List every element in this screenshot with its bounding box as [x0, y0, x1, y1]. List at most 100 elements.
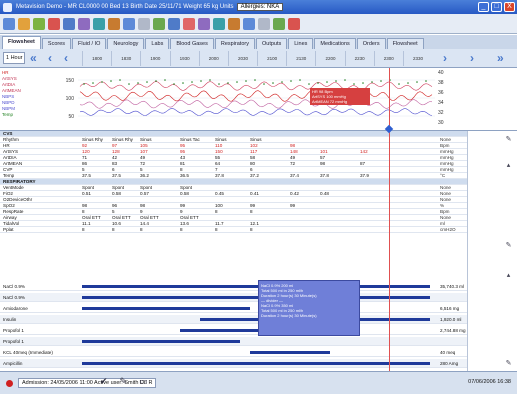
bed-icon[interactable]: ▭ — [139, 376, 148, 387]
lab-icon[interactable] — [93, 17, 105, 30]
grid-icon[interactable] — [63, 17, 75, 30]
settings-icon[interactable] — [138, 17, 150, 30]
infusion-bar[interactable] — [82, 307, 250, 310]
prev-step-icon[interactable]: ‹ — [64, 52, 68, 64]
pin-icon-3[interactable]: ✎ — [504, 359, 513, 368]
time-tick[interactable]: 1800 — [82, 51, 111, 66]
time-tick[interactable]: 1900 — [140, 51, 169, 66]
temp-point — [371, 81, 373, 83]
current-time-line[interactable] — [389, 68, 390, 371]
tab-scores[interactable]: Scores — [41, 38, 72, 49]
home-icon[interactable] — [3, 17, 15, 30]
maximize-button[interactable]: □ — [491, 2, 502, 12]
chart-icon[interactable] — [78, 17, 90, 30]
tools-icon[interactable] — [228, 17, 240, 30]
time-tick[interactable]: 2230 — [344, 51, 374, 66]
infusion-lanes: NaCl 0.9% 35,740.3 ml NaCl 0.9% Amiodarone 6… — [0, 282, 467, 370]
temp-point — [281, 81, 283, 83]
infusion-lane[interactable]: Amiodarone 6,516 mg — [0, 304, 467, 313]
flag-icon[interactable] — [183, 17, 195, 30]
vitals-chart: HR ArtSYS ArtDIA ArtMEAN NBPS NBPD NBPM Temp 15… — [0, 68, 517, 131]
lane-label: KCL 40meq (Immediate) — [3, 350, 53, 355]
collapse-icon-2[interactable]: ▴ — [504, 271, 513, 280]
table-cell[interactable]: 8 — [112, 227, 115, 233]
tab-outputs[interactable]: Outputs — [255, 38, 288, 49]
save-icon[interactable] — [123, 17, 135, 30]
alert-icon[interactable] — [48, 17, 60, 30]
tab-orders[interactable]: Orders — [356, 38, 386, 49]
chart-tooltip: HR 98 Bpm ArtSYS 100 mmHg ArtMEAN 72 mmHg — [310, 88, 370, 105]
tab-labs[interactable]: Labs — [145, 38, 170, 49]
time-tick[interactable]: 2130 — [286, 51, 315, 66]
infusion-lane[interactable]: Propofol 1 — [0, 337, 467, 346]
minimize-button[interactable]: _ — [478, 2, 489, 12]
infusion-lane[interactable]: Insulin 1,920.0 ml — [0, 315, 467, 324]
infusion-bar[interactable] — [82, 340, 240, 343]
tab-lines[interactable]: Lines — [288, 38, 314, 49]
period-select[interactable]: 1 Hour — [3, 52, 25, 64]
infusion-lane[interactable]: KCL 40meq (Immediate) 40 meq — [0, 348, 467, 357]
folder-icon[interactable] — [18, 17, 30, 30]
infusion-lane[interactable]: NaCl 0.9% — [0, 293, 467, 302]
refresh-icon[interactable] — [153, 17, 165, 30]
infusion-bar[interactable] — [82, 362, 430, 365]
tab-flowsheet[interactable]: Flowsheet — [2, 36, 41, 49]
time-tick[interactable]: 2300 — [373, 51, 403, 66]
print-icon[interactable] — [108, 17, 120, 30]
first-page-icon[interactable]: « — [30, 52, 37, 64]
table-cell[interactable]: 8 — [250, 227, 253, 233]
time-tick[interactable]: 2100 — [257, 51, 286, 66]
infusion-lane[interactable]: Propofol 1 2,744.88 mg — [0, 326, 467, 335]
table-row[interactable]: Pplat 8 8 8 8 8 8 cmH2O — [0, 227, 467, 233]
tab-blood-gases[interactable]: Blood Gases — [170, 38, 214, 49]
infusion-lane[interactable]: Ampicillin 280 Amg — [0, 359, 467, 368]
temp-point — [425, 80, 427, 82]
table-cell[interactable]: 8 — [140, 227, 143, 233]
table-cell[interactable]: 8 — [180, 227, 183, 233]
pin-icon[interactable]: ✎ — [504, 135, 513, 144]
time-tick[interactable]: 1830 — [111, 51, 140, 66]
time-tick[interactable]: 2330 — [402, 51, 432, 66]
time-tick[interactable]: 2000 — [198, 51, 228, 66]
temp-point — [182, 82, 184, 84]
lane-label: NaCl 0.9% — [3, 295, 25, 300]
temp-point — [326, 81, 328, 83]
table-cell[interactable]: 8 — [215, 227, 218, 233]
pin-icon-2[interactable]: ✎ — [504, 241, 513, 250]
tab-flowsheet-2[interactable]: Flowsheet — [386, 38, 424, 49]
check-icon[interactable]: ✔ — [100, 376, 108, 387]
row-label: Pplat — [3, 227, 14, 232]
search-icon[interactable] — [168, 17, 180, 30]
patient-icon[interactable] — [33, 17, 45, 30]
export-icon[interactable] — [273, 17, 285, 30]
calendar-icon[interactable] — [213, 17, 225, 30]
lane-total: 35,740.3 ml — [440, 284, 465, 289]
lane-total: 280 Amg — [440, 361, 459, 366]
next-step-icon[interactable]: › — [443, 52, 447, 64]
time-tick[interactable]: 1930 — [169, 51, 199, 66]
tab-fluid[interactable]: Fluid / IO — [72, 38, 107, 49]
last-page-icon[interactable]: » — [497, 52, 504, 64]
tab-respiratory[interactable]: Respiratory — [214, 38, 255, 49]
infusion-lane[interactable]: NaCl 0.9% 35,740.3 ml — [0, 282, 467, 291]
info-icon[interactable] — [258, 17, 270, 30]
tab-medications[interactable]: Medications — [314, 38, 356, 49]
time-tick[interactable]: 2030 — [227, 51, 257, 66]
next-page-icon[interactable]: › — [470, 52, 474, 64]
help-icon[interactable] — [243, 17, 255, 30]
infusion-bar[interactable] — [82, 285, 430, 288]
right-axis-tick: 36 — [438, 90, 444, 96]
prev-page-icon[interactable]: ‹ — [48, 52, 52, 64]
tab-neurology[interactable]: Neurology — [107, 38, 145, 49]
table-cell[interactable]: 8 — [82, 227, 85, 233]
time-tick[interactable]: 2200 — [315, 51, 344, 66]
report-icon[interactable] — [198, 17, 210, 30]
temp-point — [164, 79, 166, 81]
infusion-bar[interactable] — [250, 351, 330, 354]
collapse-icon[interactable]: ▴ — [504, 161, 513, 170]
series-artmean — [79, 99, 433, 109]
lock-icon[interactable] — [288, 17, 300, 30]
infusion-bar[interactable] — [82, 296, 430, 299]
pen-icon[interactable]: ✎ — [120, 376, 128, 387]
close-button[interactable]: X — [504, 2, 515, 12]
